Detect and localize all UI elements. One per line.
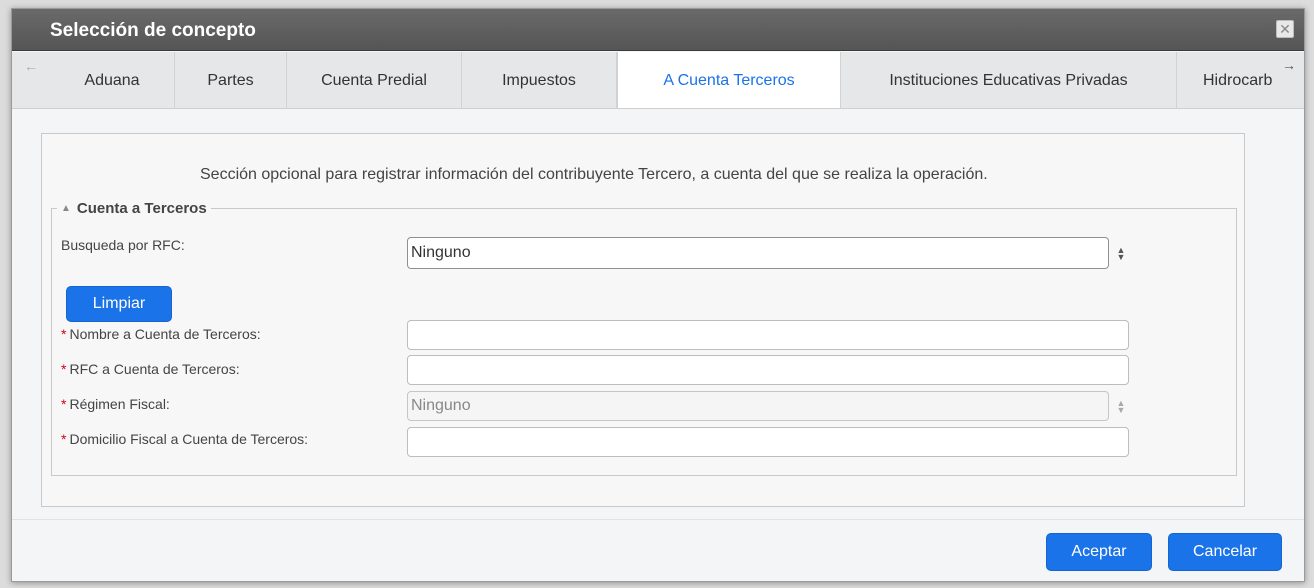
cancel-button[interactable]: Cancelar bbox=[1168, 533, 1282, 571]
nombre-label-text: Nombre a Cuenta de Terceros: bbox=[69, 326, 261, 342]
select-updown-icon[interactable]: ▲ ▼ bbox=[1114, 399, 1128, 415]
close-icon[interactable]: ✕ bbox=[1276, 20, 1294, 38]
required-mark: * bbox=[61, 396, 67, 412]
rfc-label-text: RFC a Cuenta de Terceros: bbox=[69, 361, 240, 377]
regimen-label: * Régimen Fiscal: bbox=[61, 396, 170, 412]
tab-strip: ← Aduana Partes Cuenta Predial Impuestos… bbox=[12, 52, 1304, 109]
footer-divider bbox=[12, 519, 1304, 520]
clear-button[interactable]: Limpiar bbox=[66, 286, 172, 322]
scroll-left-arrow-icon[interactable]: ← bbox=[18, 52, 44, 108]
domicilio-field[interactable] bbox=[407, 427, 1129, 457]
tab-list: Aduana Partes Cuenta Predial Impuestos A… bbox=[50, 52, 1276, 108]
accept-button[interactable]: Aceptar bbox=[1046, 533, 1152, 571]
dialog-titlebar[interactable]: Selección de concepto ✕ bbox=[12, 9, 1304, 51]
tab-a-cuenta-terceros[interactable]: A Cuenta Terceros bbox=[617, 52, 841, 108]
rfc-search-select[interactable]: Ninguno bbox=[407, 237, 1109, 269]
section-intro-text: Sección opcional para registrar informac… bbox=[200, 166, 988, 183]
fieldset-legend[interactable]: ▲ Cuenta a Terceros bbox=[57, 200, 211, 217]
rfc-label: * RFC a Cuenta de Terceros: bbox=[61, 361, 240, 377]
required-mark: * bbox=[61, 361, 67, 377]
select-updown-icon[interactable]: ▲ ▼ bbox=[1114, 246, 1128, 262]
domicilio-label: * Domicilio Fiscal a Cuenta de Terceros: bbox=[61, 431, 308, 447]
tab-aduana[interactable]: Aduana bbox=[50, 52, 175, 108]
tab-cuenta-predial[interactable]: Cuenta Predial bbox=[287, 52, 462, 108]
tab-hidrocarburos[interactable]: Hidrocarb bbox=[1177, 52, 1276, 108]
collapse-triangle-icon[interactable]: ▲ bbox=[61, 203, 71, 214]
tab-impuestos[interactable]: Impuestos bbox=[462, 52, 617, 108]
fieldset-legend-label: Cuenta a Terceros bbox=[76, 200, 207, 217]
regimen-select[interactable]: Ninguno bbox=[407, 391, 1109, 421]
nombre-field[interactable] bbox=[407, 320, 1129, 350]
rfc-search-label: Busqueda por RFC: bbox=[61, 237, 185, 253]
required-mark: * bbox=[61, 326, 67, 342]
dialog-title: Selección de concepto bbox=[50, 20, 256, 41]
tab-panel-a-cuenta-terceros: Sección opcional para registrar informac… bbox=[41, 133, 1245, 507]
tab-instituciones-educativas-privadas[interactable]: Instituciones Educativas Privadas bbox=[841, 52, 1177, 108]
tab-partes[interactable]: Partes bbox=[175, 52, 287, 108]
nombre-label: * Nombre a Cuenta de Terceros: bbox=[61, 326, 261, 342]
domicilio-label-text: Domicilio Fiscal a Cuenta de Terceros: bbox=[69, 431, 309, 447]
cuenta-terceros-fieldset: ▲ Cuenta a Terceros Busqueda por RFC: Nin… bbox=[51, 200, 1237, 476]
required-mark: * bbox=[61, 431, 67, 447]
regimen-label-text: Régimen Fiscal: bbox=[69, 396, 170, 412]
scroll-right-arrow-icon[interactable]: → bbox=[1276, 52, 1302, 108]
rfc-field[interactable] bbox=[407, 355, 1129, 385]
concept-selection-dialog: Selección de concepto ✕ ← Aduana Partes … bbox=[11, 8, 1305, 582]
